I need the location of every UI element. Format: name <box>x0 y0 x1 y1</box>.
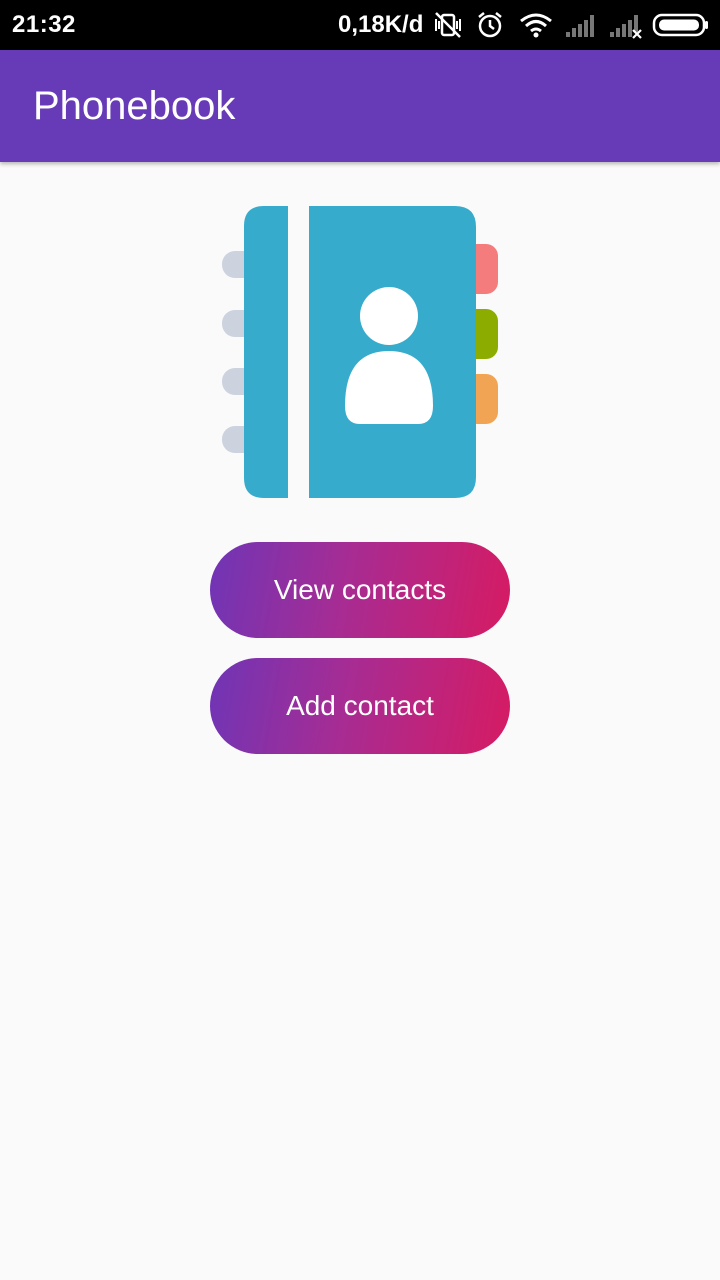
battery-icon <box>652 13 708 37</box>
alarm-icon <box>478 12 502 38</box>
status-time: 21:32 <box>12 11 76 38</box>
signal-no-service-icon <box>610 15 642 39</box>
signal-icon <box>566 15 594 37</box>
view-contacts-button[interactable]: View contacts <box>210 542 510 638</box>
vibrate-off-icon <box>435 12 461 38</box>
app-bar: Phonebook <box>0 50 720 162</box>
wifi-icon <box>520 13 552 38</box>
add-contact-button[interactable]: Add contact <box>210 658 510 754</box>
app-title: Phonebook <box>33 84 236 128</box>
network-speed: 0,18K/d <box>338 11 424 38</box>
address-book-icon <box>222 206 498 498</box>
status-bar: 21:32 0,18K/d <box>0 0 720 50</box>
